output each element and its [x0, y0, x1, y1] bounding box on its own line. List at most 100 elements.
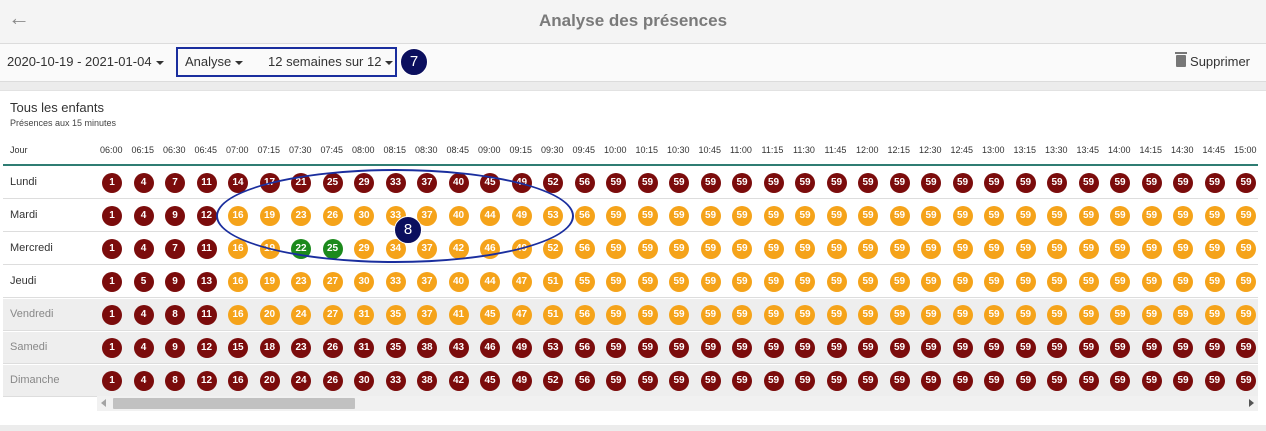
attendance-cell[interactable]: 59 [763, 305, 784, 325]
attendance-cell[interactable]: 59 [952, 206, 973, 226]
attendance-cell[interactable]: 59 [1173, 371, 1193, 391]
attendance-cell[interactable]: 59 [1204, 173, 1225, 193]
attendance-cell[interactable]: 56 [574, 338, 595, 358]
attendance-cell[interactable]: 1 [102, 371, 122, 391]
attendance-cell[interactable]: 53 [543, 338, 563, 358]
attendance-cell[interactable]: 59 [732, 173, 752, 193]
attendance-cell[interactable]: 55 [574, 272, 595, 292]
attendance-cell[interactable]: 59 [1110, 371, 1130, 391]
attendance-cell[interactable]: 56 [574, 305, 595, 325]
attendance-cell[interactable]: 4 [133, 173, 154, 193]
attendance-cell[interactable]: 59 [858, 371, 878, 391]
attendance-cell[interactable]: 59 [1110, 338, 1130, 358]
attendance-cell[interactable]: 26 [322, 371, 343, 391]
attendance-cell[interactable]: 49 [511, 371, 532, 391]
attendance-cell[interactable]: 59 [1110, 239, 1130, 259]
attendance-cell[interactable]: 59 [1141, 206, 1162, 226]
attendance-cell[interactable]: 12 [196, 338, 217, 358]
attendance-cell[interactable]: 59 [1204, 338, 1225, 358]
attendance-cell[interactable]: 59 [1078, 272, 1099, 292]
attendance-cell[interactable]: 59 [1047, 305, 1067, 325]
attendance-cell[interactable]: 45 [480, 305, 500, 325]
attendance-cell[interactable]: 16 [228, 272, 248, 292]
attendance-cell[interactable]: 18 [259, 338, 280, 358]
attendance-cell[interactable]: 47 [511, 272, 532, 292]
attendance-cell[interactable]: 59 [921, 173, 941, 193]
attendance-cell[interactable]: 23 [291, 338, 311, 358]
attendance-cell[interactable]: 59 [606, 206, 626, 226]
attendance-cell[interactable]: 59 [1141, 338, 1162, 358]
attendance-cell[interactable]: 59 [763, 338, 784, 358]
attendance-cell[interactable]: 59 [763, 371, 784, 391]
attendance-cell[interactable]: 59 [858, 338, 878, 358]
attendance-cell[interactable]: 42 [448, 371, 469, 391]
attendance-cell[interactable]: 15 [228, 338, 248, 358]
attendance-cell[interactable]: 59 [637, 206, 658, 226]
attendance-cell[interactable]: 59 [700, 206, 721, 226]
attendance-cell[interactable]: 59 [1015, 239, 1036, 259]
attendance-cell[interactable]: 33 [385, 371, 406, 391]
attendance-cell[interactable]: 59 [1173, 305, 1193, 325]
attendance-cell[interactable]: 43 [448, 338, 469, 358]
attendance-cell[interactable]: 26 [322, 338, 343, 358]
attendance-cell[interactable]: 33 [385, 272, 406, 292]
attendance-cell[interactable]: 31 [354, 305, 374, 325]
attendance-cell[interactable]: 59 [858, 272, 878, 292]
scroll-thumb[interactable] [113, 398, 355, 409]
attendance-cell[interactable]: 59 [606, 239, 626, 259]
attendance-cell[interactable]: 31 [354, 338, 374, 358]
attendance-cell[interactable]: 59 [700, 338, 721, 358]
attendance-cell[interactable]: 59 [700, 173, 721, 193]
attendance-cell[interactable]: 24 [291, 305, 311, 325]
attendance-cell[interactable]: 4 [133, 338, 154, 358]
attendance-cell[interactable]: 59 [1047, 173, 1067, 193]
scroll-right-icon[interactable] [1249, 399, 1254, 407]
horizontal-scrollbar[interactable] [97, 396, 1258, 411]
attendance-cell[interactable]: 59 [669, 338, 689, 358]
attendance-cell[interactable]: 59 [952, 173, 973, 193]
attendance-cell[interactable]: 59 [921, 272, 941, 292]
attendance-cell[interactable]: 59 [669, 239, 689, 259]
attendance-cell[interactable]: 59 [732, 305, 752, 325]
attendance-cell[interactable]: 59 [984, 239, 1004, 259]
attendance-cell[interactable]: 59 [1015, 206, 1036, 226]
attendance-cell[interactable]: 59 [1015, 272, 1036, 292]
attendance-cell[interactable]: 59 [1204, 206, 1225, 226]
attendance-cell[interactable]: 59 [826, 173, 847, 193]
attendance-cell[interactable]: 45 [480, 371, 500, 391]
attendance-cell[interactable]: 59 [1204, 371, 1225, 391]
attendance-cell[interactable]: 59 [1204, 272, 1225, 292]
attendance-cell[interactable]: 9 [165, 338, 185, 358]
attendance-cell[interactable]: 59 [637, 371, 658, 391]
attendance-cell[interactable]: 46 [480, 338, 500, 358]
attendance-cell[interactable]: 59 [669, 272, 689, 292]
attendance-cell[interactable]: 1 [102, 239, 122, 259]
attendance-cell[interactable]: 59 [984, 206, 1004, 226]
attendance-cell[interactable]: 59 [1110, 272, 1130, 292]
attendance-cell[interactable]: 59 [889, 272, 910, 292]
attendance-cell[interactable]: 49 [511, 338, 532, 358]
attendance-cell[interactable]: 59 [1204, 239, 1225, 259]
attendance-cell[interactable]: 59 [669, 371, 689, 391]
date-range-dropdown[interactable]: 2020-10-19 - 2021-01-04 [7, 54, 164, 69]
attendance-cell[interactable]: 8 [165, 371, 185, 391]
attendance-cell[interactable]: 12 [196, 206, 217, 226]
attendance-cell[interactable]: 59 [1236, 239, 1256, 259]
attendance-cell[interactable]: 56 [574, 371, 595, 391]
attendance-cell[interactable]: 59 [700, 272, 721, 292]
attendance-cell[interactable]: 20 [259, 371, 280, 391]
attendance-cell[interactable]: 59 [1047, 272, 1067, 292]
attendance-cell[interactable]: 19 [259, 272, 280, 292]
attendance-cell[interactable]: 59 [1078, 338, 1099, 358]
attendance-cell[interactable]: 1 [102, 338, 122, 358]
attendance-cell[interactable]: 59 [606, 173, 626, 193]
attendance-cell[interactable]: 59 [1204, 305, 1225, 325]
attendance-cell[interactable]: 59 [826, 206, 847, 226]
attendance-cell[interactable]: 1 [102, 272, 122, 292]
attendance-cell[interactable]: 59 [763, 272, 784, 292]
attendance-cell[interactable]: 59 [637, 305, 658, 325]
attendance-cell[interactable]: 59 [921, 239, 941, 259]
attendance-cell[interactable]: 59 [921, 206, 941, 226]
attendance-cell[interactable]: 59 [1078, 173, 1099, 193]
attendance-cell[interactable]: 59 [732, 272, 752, 292]
